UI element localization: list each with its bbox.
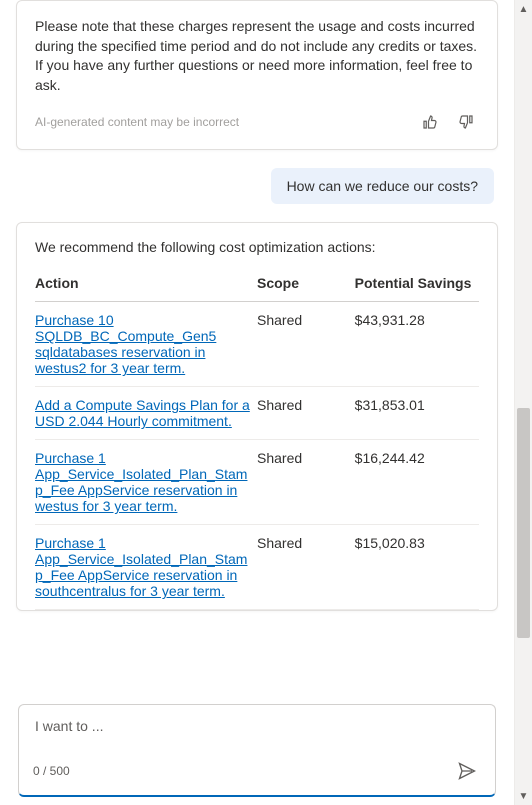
savings-cell: $15,020.83 bbox=[355, 525, 479, 610]
thumbs-down-icon bbox=[457, 113, 475, 131]
action-link[interactable]: Purchase 1 App_Service_Isolated_Plan_Sta… bbox=[35, 535, 247, 599]
column-header-scope: Scope bbox=[257, 269, 355, 302]
column-header-savings: Potential Savings bbox=[355, 269, 479, 302]
scope-cell: Shared bbox=[257, 440, 355, 525]
scroll-down-arrow-icon[interactable]: ▼ bbox=[515, 787, 532, 805]
action-link[interactable]: Purchase 1 App_Service_Isolated_Plan_Sta… bbox=[35, 450, 247, 514]
thumbs-up-button[interactable] bbox=[417, 109, 443, 135]
user-message-row: How can we reduce our costs? bbox=[20, 168, 494, 204]
char-count: 0 / 500 bbox=[33, 764, 453, 778]
ai-disclaimer-text: AI-generated content may be incorrect bbox=[35, 115, 407, 129]
scope-cell: Shared bbox=[257, 387, 355, 440]
recommendation-intro: We recommend the following cost optimiza… bbox=[35, 239, 479, 255]
message-composer: 0 / 500 bbox=[18, 704, 496, 797]
scrollbar-thumb[interactable] bbox=[517, 408, 530, 638]
savings-cell: $43,931.28 bbox=[355, 302, 479, 387]
thumbs-down-button[interactable] bbox=[453, 109, 479, 135]
scope-cell: Shared bbox=[257, 302, 355, 387]
assistant-message-card: Please note that these charges represent… bbox=[16, 0, 498, 150]
assistant-note-text: Please note that these charges represent… bbox=[35, 17, 479, 95]
table-row: Purchase 1 App_Service_Isolated_Plan_Sta… bbox=[35, 440, 479, 525]
chat-scroll-area[interactable]: Please note that these charges represent… bbox=[8, 0, 506, 696]
table-row: Add a Compute Savings Plan for a USD 2.0… bbox=[35, 387, 479, 440]
action-link[interactable]: Purchase 10 SQLDB_BC_Compute_Gen5 sqldat… bbox=[35, 312, 216, 376]
scope-cell: Shared bbox=[257, 525, 355, 610]
table-row: Purchase 1 App_Service_Isolated_Plan_Sta… bbox=[35, 525, 479, 610]
send-icon bbox=[457, 761, 477, 781]
recommendation-table: Action Scope Potential Savings Purchase … bbox=[35, 269, 479, 610]
message-input[interactable] bbox=[33, 717, 481, 735]
table-row: Purchase 10 SQLDB_BC_Compute_Gen5 sqldat… bbox=[35, 302, 479, 387]
send-button[interactable] bbox=[453, 757, 481, 785]
column-header-action: Action bbox=[35, 269, 257, 302]
thumbs-up-icon bbox=[421, 113, 439, 131]
vertical-scrollbar[interactable]: ▲ ▼ bbox=[514, 0, 532, 805]
scroll-up-arrow-icon[interactable]: ▲ bbox=[515, 0, 532, 18]
recommendation-card: We recommend the following cost optimiza… bbox=[16, 222, 498, 611]
action-link[interactable]: Add a Compute Savings Plan for a USD 2.0… bbox=[35, 397, 250, 429]
savings-cell: $16,244.42 bbox=[355, 440, 479, 525]
user-message-bubble: How can we reduce our costs? bbox=[271, 168, 494, 204]
scrollbar-track[interactable] bbox=[515, 18, 532, 787]
savings-cell: $31,853.01 bbox=[355, 387, 479, 440]
